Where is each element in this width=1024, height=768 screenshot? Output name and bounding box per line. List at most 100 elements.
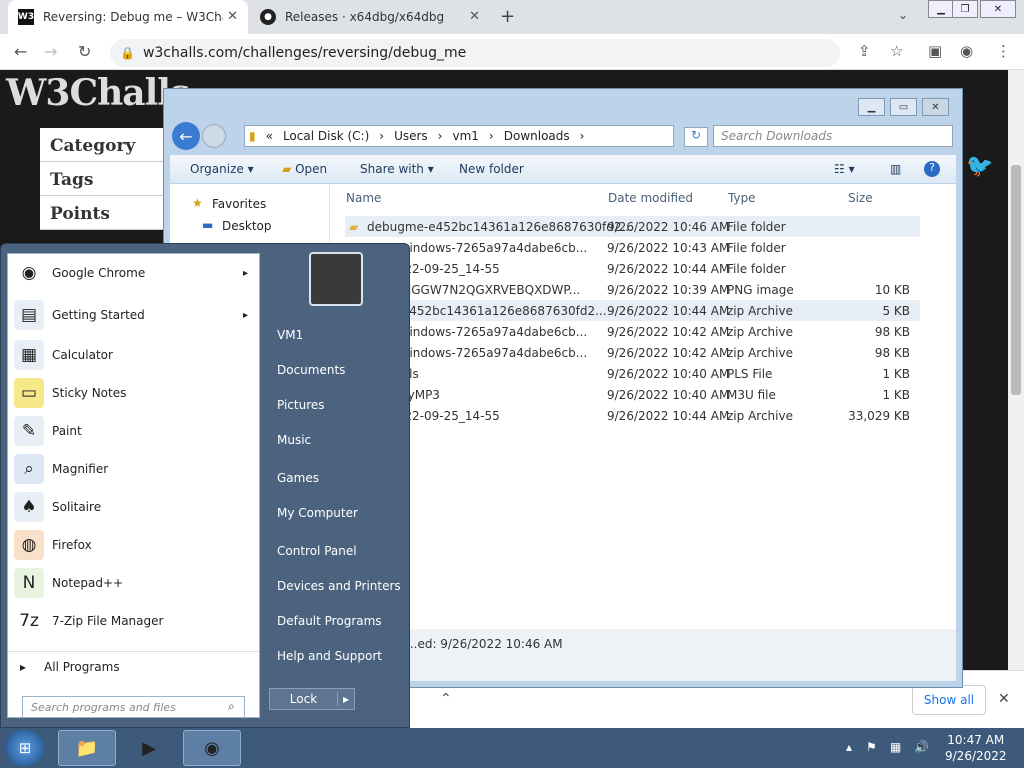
- volume-icon[interactable]: 🔊: [914, 740, 929, 754]
- breadcrumb-downloads[interactable]: Downloads: [504, 129, 570, 143]
- explorer-back-icon[interactable]: ←: [172, 122, 200, 150]
- breadcrumb-vm1[interactable]: vm1: [452, 129, 478, 143]
- media-player-taskbar-icon[interactable]: ▶: [120, 730, 178, 766]
- w3challs-favicon-icon: W3: [18, 9, 34, 25]
- file-row[interactable]: ▰ debugme-e452bc14361a126e8687630fd2... 9/…: [345, 216, 920, 237]
- start-right-games[interactable]: Games: [277, 471, 319, 485]
- profile-avatar-icon[interactable]: ◉: [960, 42, 973, 60]
- start-item-calculator[interactable]: ▦ Calculator: [14, 338, 254, 372]
- explorer-taskbar-icon[interactable]: 📁: [58, 730, 116, 766]
- nav-desktop[interactable]: Desktop: [222, 219, 272, 233]
- tab-w3challs[interactable]: W3 Reversing: Debug me – W3Challs ✕: [8, 0, 248, 34]
- preview-pane-icon[interactable]: ▥: [890, 162, 901, 176]
- file-row[interactable]: ...sonwindows-7265a97a4dabe6cb... 9/26/20…: [345, 321, 920, 342]
- explorer-search-input[interactable]: Search Downloads: [713, 125, 953, 147]
- start-right-devices-and-printers[interactable]: Devices and Printers: [277, 579, 401, 593]
- help-icon[interactable]: ?: [924, 161, 940, 177]
- scrollbar-thumb[interactable]: [1011, 165, 1021, 395]
- file-row[interactable]: ▰...sonwindows-7265a97a4dabe6cb...9/26/2…: [345, 237, 920, 258]
- new-folder-button[interactable]: New folder: [459, 162, 524, 176]
- file-row[interactable]: ...t_2022-09-25_14-55 9/26/2022 10:44 AM z…: [345, 405, 920, 426]
- breadcrumb-local-disk[interactable]: Local Disk (C:): [283, 129, 369, 143]
- refresh-icon[interactable]: ↻: [684, 127, 708, 147]
- start-right-pictures[interactable]: Pictures: [277, 398, 325, 412]
- explorer-close-button[interactable]: ✕: [922, 98, 949, 116]
- shutdown-options-icon[interactable]: ▸: [336, 692, 354, 706]
- start-search-input[interactable]: Search programs and files: [22, 696, 245, 718]
- new-tab-button[interactable]: +: [500, 6, 515, 27]
- minimize-button[interactable]: ▁: [928, 0, 954, 18]
- side-panel-icon[interactable]: ▣: [928, 42, 942, 60]
- file-row[interactable]: ...mp.pls9/26/2022 10:40 AMPLS File1 KB: [345, 363, 920, 384]
- windows-start-icon[interactable]: ⊞: [6, 730, 44, 766]
- all-programs-button[interactable]: ▸ All Programs: [20, 660, 120, 674]
- tab-search-icon[interactable]: ⌄: [898, 8, 908, 22]
- file-row[interactable]: ...DerbyMP39/26/2022 10:40 AMM3U file1 K…: [345, 384, 920, 405]
- open-button[interactable]: ▰ Open: [282, 162, 327, 176]
- start-item-notepad-[interactable]: N Notepad++: [14, 566, 254, 600]
- show-hidden-icons-icon[interactable]: ▴: [846, 740, 852, 754]
- explorer-address-bar[interactable]: ▮ « Local Disk (C:) › Users › vm1 › Downloa…: [244, 125, 674, 147]
- start-menu: ◉ Google Chrome ▸ ▤ Getting Started ▸ ▦ Calcula…: [0, 243, 410, 728]
- file-row[interactable]: ▰...t_2022-09-25_14-559/26/2022 10:44 AM…: [345, 258, 920, 279]
- start-item-google-chrome[interactable]: ◉ Google Chrome ▸: [14, 256, 254, 290]
- start-item-sticky-notes[interactable]: ▭ Sticky Notes: [14, 376, 254, 410]
- action-center-icon[interactable]: ⚑: [866, 740, 877, 754]
- file-row[interactable]: ...sonwindows-7265a97a4dabe6cb... 9/26/20…: [345, 342, 920, 363]
- column-date-modified[interactable]: Date modified: [608, 191, 693, 205]
- close-tab-icon[interactable]: ✕: [469, 9, 480, 24]
- bookmark-star-icon[interactable]: ☆: [890, 42, 903, 60]
- close-button[interactable]: ✕: [980, 0, 1016, 18]
- explorer-forward-icon[interactable]: [202, 124, 226, 148]
- start-right-documents[interactable]: Documents: [277, 363, 345, 377]
- share-with-button[interactable]: Share with ▾: [360, 162, 434, 176]
- chrome-taskbar-icon[interactable]: ◉: [183, 730, 241, 766]
- user-avatar[interactable]: [309, 252, 363, 306]
- tab-x64dbg-releases[interactable]: ● Releases · x64dbg/x64dbg ✕: [250, 0, 490, 34]
- twitter-icon[interactable]: 🐦: [966, 154, 993, 179]
- organize-button[interactable]: Organize ▾: [190, 162, 254, 176]
- nav-favorites[interactable]: Favorites: [212, 197, 266, 211]
- forward-icon[interactable]: →: [44, 42, 57, 61]
- column-name[interactable]: Name: [346, 191, 381, 205]
- start-right-my-computer[interactable]: My Computer: [277, 506, 358, 520]
- start-item-firefox[interactable]: ◍ Firefox: [14, 528, 254, 562]
- getting-started-icon: ▤: [14, 300, 44, 330]
- start-right-default-programs[interactable]: Default Programs: [277, 614, 382, 628]
- start-right-control-panel[interactable]: Control Panel: [277, 544, 357, 558]
- menu-kebab-icon[interactable]: ⋮: [996, 42, 1011, 60]
- column-size[interactable]: Size: [848, 191, 873, 205]
- file-row[interactable]: ...me-e452bc14361a126e8687630fd2... 9/26/…: [345, 300, 920, 321]
- network-icon[interactable]: ▦: [890, 740, 901, 754]
- column-type[interactable]: Type: [728, 191, 756, 205]
- start-right-vm1[interactable]: VM1: [277, 328, 303, 342]
- start-item-solitaire[interactable]: ♠ Solitaire: [14, 490, 254, 524]
- back-icon[interactable]: ←: [14, 42, 27, 61]
- breadcrumb-users[interactable]: Users: [394, 129, 428, 143]
- reload-icon[interactable]: ↻: [78, 42, 91, 61]
- share-icon[interactable]: ⇪: [858, 42, 871, 60]
- lock-button[interactable]: Lock ▸: [269, 688, 355, 710]
- start-right-help-and-support[interactable]: Help and Support: [277, 649, 382, 663]
- start-item-magnifier[interactable]: ⌕ Magnifier: [14, 452, 254, 486]
- start-item-7-zip-file-manager[interactable]: 7z 7-Zip File Manager: [14, 604, 254, 638]
- close-tab-icon[interactable]: ✕: [227, 9, 238, 24]
- show-all-button[interactable]: Show all: [912, 685, 986, 715]
- file-type: File folder: [727, 241, 786, 255]
- address-bar[interactable]: 🔒 w3challs.com/challenges/reversing/debu…: [110, 39, 840, 67]
- restore-button[interactable]: ❐: [952, 0, 978, 18]
- breadcrumb-overflow[interactable]: «: [266, 129, 273, 143]
- explorer-minimize-button[interactable]: ▁: [858, 98, 885, 116]
- browser-toolbar: ← → ↻ 🔒 w3challs.com/challenges/reversin…: [0, 34, 1024, 70]
- view-options-icon[interactable]: ☷ ▾: [834, 162, 855, 176]
- close-download-bar-icon[interactable]: ✕: [998, 691, 1010, 707]
- start-item-paint[interactable]: ✎ Paint: [14, 414, 254, 448]
- start-right-music[interactable]: Music: [277, 433, 311, 447]
- file-date: 9/26/2022 10:40 AM: [607, 388, 730, 402]
- page-scrollbar[interactable]: [1008, 70, 1024, 670]
- chevron-up-icon[interactable]: ⌃: [440, 691, 452, 707]
- start-item-getting-started[interactable]: ▤ Getting Started ▸: [14, 298, 254, 332]
- file-row[interactable]: ...YSFSIGGW7N2QGXRVEBQXDWP... 9/26/2022 1…: [345, 279, 920, 300]
- explorer-maximize-button[interactable]: ▭: [890, 98, 917, 116]
- system-clock[interactable]: 10:47 AM 9/26/2022: [945, 732, 1007, 764]
